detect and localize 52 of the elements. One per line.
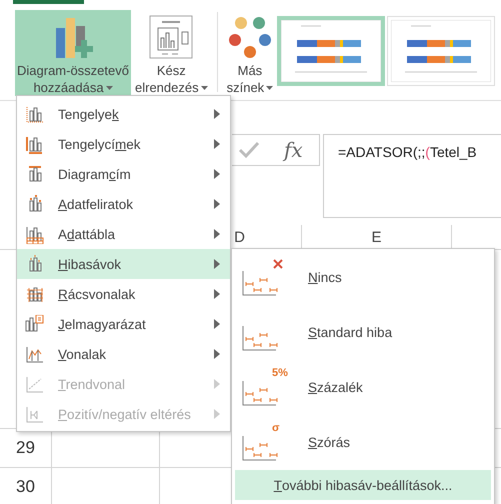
insert-function-button[interactable]: fx — [284, 138, 303, 162]
submenu-arrow-icon — [214, 259, 220, 269]
formula-field[interactable]: =ADATSOR(;;(Tetel_B — [323, 134, 501, 218]
bar-chart-icon — [25, 134, 44, 154]
menu-item[interactable]: 5% Százalék — [232, 360, 494, 415]
menu-item[interactable]: Adattábla — [17, 219, 230, 249]
submenu-arrow-icon — [214, 229, 220, 239]
menu-item[interactable]: Hibasávok — [17, 249, 230, 279]
line-chart-icon — [25, 344, 44, 364]
menu-item[interactable]: Tengelyek — [17, 99, 230, 129]
menu-item[interactable]: Vonalak — [17, 339, 230, 369]
submenu-arrow-icon — [214, 409, 220, 419]
submenu-arrow-icon — [214, 289, 220, 299]
menu-item[interactable]: Tengelycímek — [17, 129, 230, 159]
ribbon-button[interactable]: Kész elrendezés — [133, 10, 210, 96]
bar-chart-icon — [25, 314, 44, 334]
row-header[interactable]: 30 — [16, 477, 35, 497]
row-header[interactable]: 29 — [16, 438, 35, 458]
menu-item[interactable]: Diagramcím — [17, 159, 230, 189]
bar-chart-icon — [25, 104, 44, 124]
menu-item[interactable]: σ Szórás — [232, 415, 494, 470]
submenu-arrow-icon — [214, 109, 220, 119]
submenu-arrow-icon — [214, 349, 220, 359]
caret-icon — [106, 86, 113, 90]
menu-item[interactable]: Nincs — [232, 250, 494, 305]
cross-icon — [273, 258, 283, 268]
submenu-arrow-icon — [214, 379, 220, 389]
submenu-arrow-icon — [214, 169, 220, 179]
chart-style-thumbnail[interactable] — [387, 16, 496, 86]
bar-chart-icon — [25, 224, 44, 244]
line-chart-icon — [25, 374, 44, 394]
menu-item[interactable]: Standard hiba — [232, 305, 494, 360]
ribbon-button[interactable]: Diagram-összetevő hozzáadása — [15, 10, 131, 96]
symbol-label: σ — [272, 422, 280, 434]
symbol-label: 5% — [272, 366, 288, 378]
menu-item[interactable]: Adatfeliratok — [17, 189, 230, 219]
caret-icon — [200, 86, 208, 90]
menu-item[interactable]: Jelmagyarázat — [17, 309, 230, 339]
column-header[interactable]: D — [234, 228, 245, 246]
more-options-item[interactable]: További hibasáv-beállítások... — [235, 470, 491, 500]
check-icon — [238, 141, 260, 159]
ribbon-button[interactable]: Más színek — [224, 10, 276, 96]
caret-icon — [266, 86, 274, 90]
menu-item[interactable]: Rácsvonalak — [17, 279, 230, 309]
bar-chart-icon — [25, 284, 44, 304]
submenu-arrow-icon — [214, 199, 220, 209]
tab-indicator — [13, 0, 84, 4]
chart-style-thumbnail[interactable] — [277, 16, 386, 86]
bar-chart-icon — [25, 404, 44, 424]
column-header[interactable]: E — [371, 228, 382, 246]
submenu-arrow-icon — [214, 139, 220, 149]
submenu-arrow-icon — [214, 319, 220, 329]
